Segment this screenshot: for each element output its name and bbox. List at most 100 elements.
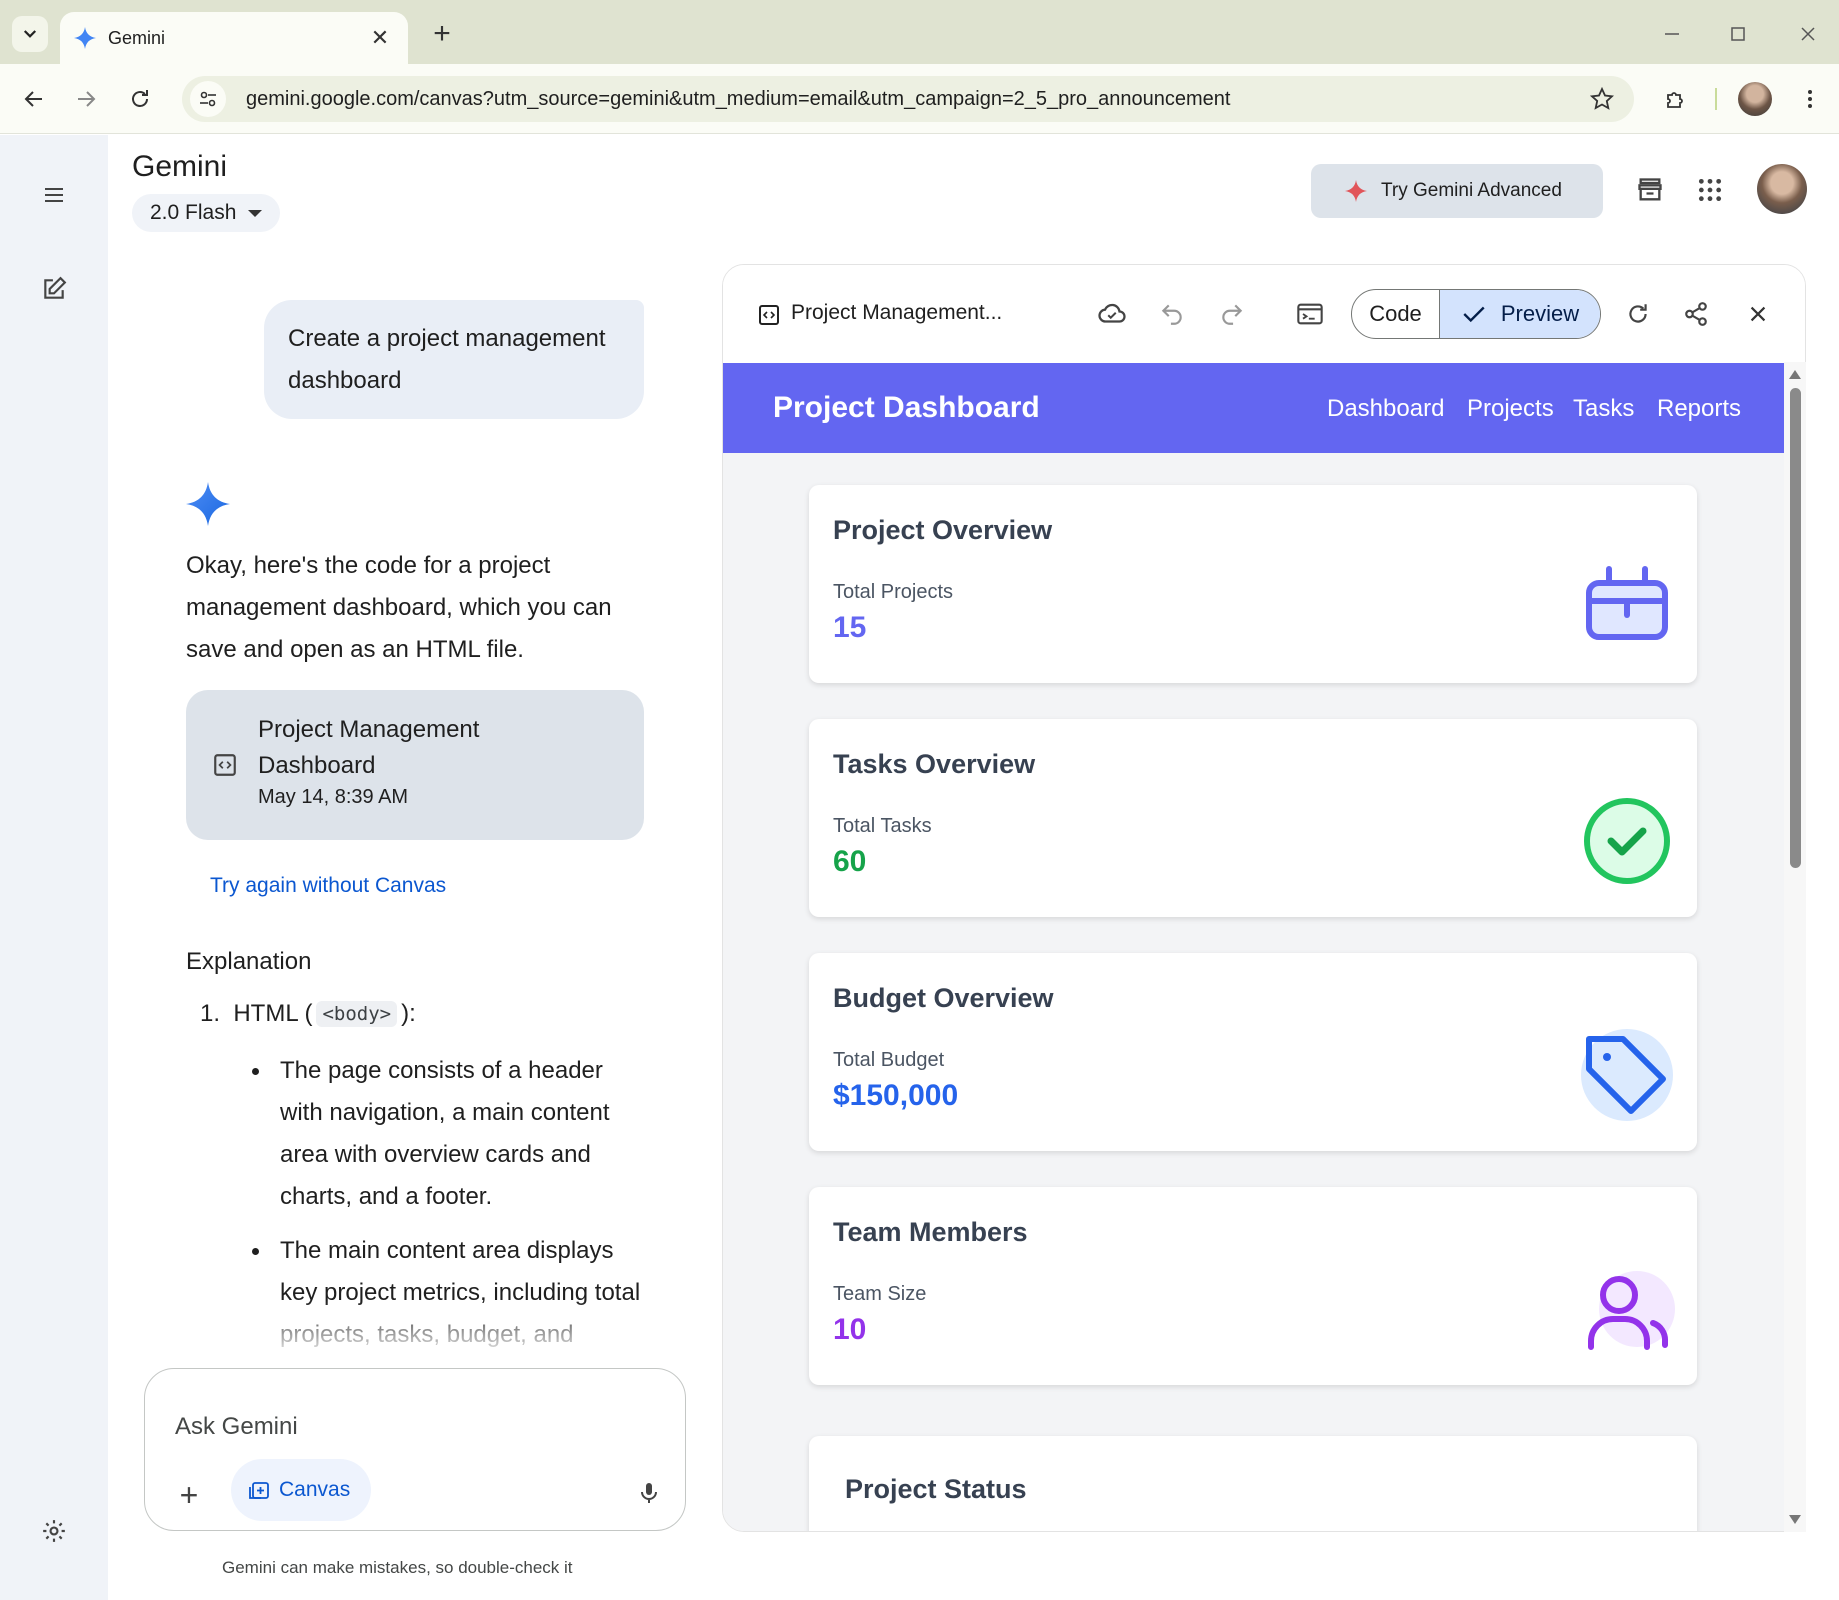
apps-button[interactable] xyxy=(1690,170,1730,210)
preview-scrollbar[interactable] xyxy=(1784,362,1806,1532)
new-tab-button[interactable]: + xyxy=(424,16,460,52)
browser-tab-gemini[interactable]: Gemini ✕ xyxy=(60,12,408,64)
undo-button[interactable] xyxy=(1153,295,1191,333)
arrow-right-icon xyxy=(78,91,96,107)
share-icon xyxy=(1685,302,1707,326)
reload-button[interactable] xyxy=(122,81,158,117)
account-avatar[interactable] xyxy=(1757,164,1807,214)
tab-search-button[interactable] xyxy=(12,16,48,52)
browser-tabstrip: Gemini ✕ + xyxy=(0,0,1839,64)
card-label: Total Tasks xyxy=(833,815,932,837)
model-selector[interactable]: 2.0 Flash xyxy=(132,194,280,232)
nav-link-projects[interactable]: Projects xyxy=(1467,395,1554,423)
dashboard-preview: Project Dashboard Dashboard Projects Tas… xyxy=(723,363,1785,1531)
address-bar[interactable]: gemini.google.com/canvas?utm_source=gemi… xyxy=(182,76,1634,122)
artifact-title: Project Management Dashboard xyxy=(258,716,480,779)
forward-button[interactable] xyxy=(68,81,104,117)
explanation-heading: Explanation xyxy=(186,948,312,975)
try-advanced-label: Try Gemini Advanced xyxy=(1381,180,1562,201)
tune-icon xyxy=(200,91,216,107)
puzzle-icon xyxy=(1667,92,1683,108)
code-tab[interactable]: Code xyxy=(1352,290,1440,338)
bookmark-button[interactable] xyxy=(1582,79,1622,119)
refresh-icon xyxy=(1629,304,1647,323)
nav-link-dashboard[interactable]: Dashboard xyxy=(1327,395,1444,423)
tag-icon xyxy=(1579,1027,1675,1123)
prompt-input-placeholder[interactable]: Ask Gemini xyxy=(175,1413,298,1441)
card-value: 15 xyxy=(833,611,867,644)
close-tab-icon[interactable]: ✕ xyxy=(366,25,394,51)
maximize-button[interactable] xyxy=(1718,18,1758,50)
code-block-icon xyxy=(214,754,236,776)
scroll-down-arrow-icon[interactable] xyxy=(1789,1515,1801,1524)
code-preview-toggle[interactable]: Code Preview xyxy=(1351,289,1601,339)
saved-items-button[interactable] xyxy=(1630,170,1670,210)
close-canvas-button[interactable] xyxy=(1739,295,1777,333)
apps-grid-icon xyxy=(1698,178,1722,202)
card-label: Total Projects xyxy=(833,581,954,603)
close-window-button[interactable] xyxy=(1788,18,1828,50)
explanation-item-1: 1. HTML ( <body> ): xyxy=(200,1000,416,1028)
site-info-button[interactable] xyxy=(190,81,226,117)
redo-button[interactable] xyxy=(1213,295,1251,333)
card-value: 60 xyxy=(833,845,867,878)
settings-button[interactable] xyxy=(34,1511,74,1551)
more-vertical-icon xyxy=(1808,90,1812,108)
minimize-button[interactable] xyxy=(1652,18,1692,50)
url-text[interactable]: gemini.google.com/canvas?utm_source=gemi… xyxy=(246,88,1582,111)
add-files-button[interactable]: + xyxy=(171,1477,207,1513)
main-menu-button[interactable] xyxy=(34,175,74,215)
gemini-sparkle-icon xyxy=(74,27,96,49)
extensions-button[interactable] xyxy=(1658,81,1694,117)
back-button[interactable] xyxy=(16,81,52,117)
microphone-button[interactable] xyxy=(629,1473,669,1513)
nav-link-tasks[interactable]: Tasks xyxy=(1573,395,1634,423)
canvas-artifact-card[interactable]: Project Management Dashboard May 14, 8:3… xyxy=(186,690,644,840)
gemini-sparkle-icon xyxy=(186,482,230,526)
item-prefix: 1. HTML ( xyxy=(200,1000,313,1027)
scrollbar-thumb[interactable] xyxy=(1790,388,1801,868)
artifact-date: May 14, 8:39 AM xyxy=(258,786,409,808)
gemini-sparkle-icon xyxy=(1345,180,1367,202)
browser-menu-button[interactable] xyxy=(1792,81,1828,117)
dashboard-title: Project Dashboard xyxy=(773,391,1040,424)
profile-avatar[interactable] xyxy=(1738,82,1772,116)
user-message: Create a project management dashboard xyxy=(264,300,644,419)
gear-icon xyxy=(43,1520,65,1542)
save-to-drive-button[interactable] xyxy=(1093,295,1131,333)
canvas-panel: Project Management... Code Preview Proje… xyxy=(722,264,1806,1532)
edit-square-icon xyxy=(44,276,67,299)
nav-link-reports[interactable]: Reports xyxy=(1657,395,1741,423)
cloud-icon xyxy=(1098,303,1126,323)
item-suffix: ): xyxy=(401,1000,416,1027)
redo-icon xyxy=(1222,304,1243,325)
preview-tab[interactable]: Preview xyxy=(1440,290,1600,338)
project-status-card: Project Status xyxy=(809,1436,1697,1531)
minimize-icon xyxy=(1665,33,1679,35)
list-item: The page consists of a header with navig… xyxy=(252,1050,652,1218)
inline-code: <body> xyxy=(316,1001,398,1027)
chevron-down-icon xyxy=(23,30,37,38)
close-icon xyxy=(1801,27,1815,41)
card-title: Project Overview xyxy=(833,515,1053,545)
refresh-preview-button[interactable] xyxy=(1619,295,1657,333)
user-icon xyxy=(1579,1261,1675,1357)
status-title: Project Status xyxy=(845,1474,1027,1504)
canvas-title: Project Management... xyxy=(791,301,1003,324)
console-button[interactable] xyxy=(1291,295,1329,333)
new-chat-button[interactable] xyxy=(34,269,74,309)
side-rail xyxy=(0,135,108,1600)
try-again-without-canvas-link[interactable]: Try again without Canvas xyxy=(210,874,446,898)
card-label: Team Size xyxy=(833,1283,927,1305)
canvas-toggle-button[interactable]: Canvas xyxy=(231,1459,371,1521)
try-advanced-button[interactable]: Try Gemini Advanced xyxy=(1311,164,1603,218)
card-value: $150,000 xyxy=(833,1079,959,1112)
prompt-input-box[interactable]: Ask Gemini + Canvas xyxy=(144,1368,686,1531)
archive-icon xyxy=(1638,178,1662,201)
canvas-label: Canvas xyxy=(279,1478,351,1501)
microphone-icon xyxy=(641,1483,657,1503)
scroll-up-arrow-icon[interactable] xyxy=(1789,370,1801,379)
share-button[interactable] xyxy=(1677,295,1715,333)
check-circle-icon xyxy=(1579,793,1675,889)
undo-icon xyxy=(1161,304,1182,325)
